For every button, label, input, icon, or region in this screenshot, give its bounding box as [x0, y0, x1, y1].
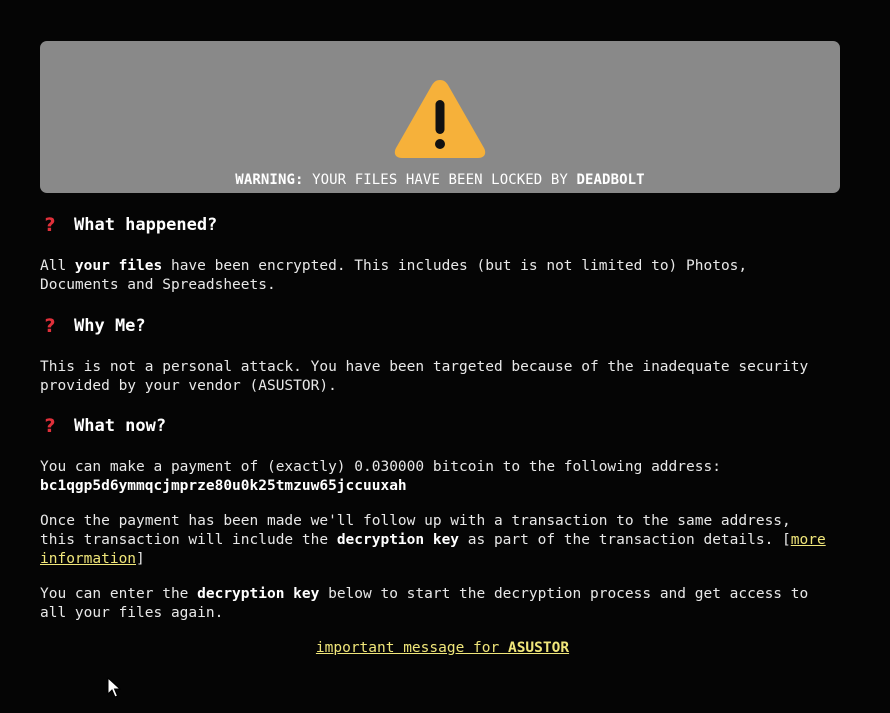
- text: have been encrypted. This includes (but …: [162, 258, 748, 274]
- text: You can enter the: [40, 586, 198, 602]
- heading-what-happened: ? What happened?: [40, 214, 217, 236]
- banner-message: WARNING: YOUR FILES HAVE BEEN LOCKED BY …: [40, 172, 840, 188]
- bitcoin-address[interactable]: bc1qgp5d6ymmqcjmprze80u0k25tmzuw65jccuux…: [40, 478, 407, 494]
- link-brand[interactable]: ASUSTOR: [508, 640, 569, 656]
- ransom-page: WARNING: YOUR FILES HAVE BEEN LOCKED BY …: [0, 0, 890, 713]
- heading-what-now: ? What now?: [40, 415, 166, 437]
- heading-text: What happened?: [74, 215, 218, 235]
- emphasis: decryption key: [336, 532, 460, 548]
- heading-text: What now?: [74, 416, 167, 436]
- text: all your files again.: [40, 605, 224, 621]
- question-mark-icon: ?: [44, 214, 56, 236]
- follow-up-text: Once the payment has been made we'll fol…: [40, 512, 840, 569]
- text: You can make a payment of (exactly) 0.03…: [40, 459, 721, 475]
- emphasis: your files: [74, 258, 163, 274]
- text: This is not a personal attack. You have …: [40, 359, 809, 375]
- heading-text: Why Me?: [74, 316, 146, 336]
- decrypt-instructions: You can enter the decryption key below t…: [40, 585, 840, 623]
- text: this transaction will include the: [40, 532, 337, 548]
- banner-warning-label: WARNING:: [235, 172, 304, 188]
- important-message-link[interactable]: important message for ASUSTOR: [316, 640, 569, 656]
- emphasis: decryption key: [197, 586, 320, 602]
- text: Documents and Spreadsheets.: [40, 277, 276, 293]
- more-information-link[interactable]: more: [791, 532, 826, 548]
- text: below to start the decryption process an…: [319, 586, 809, 602]
- what-happened-text: All your files have been encrypted. This…: [40, 257, 840, 295]
- why-me-text: This is not a personal attack. You have …: [40, 358, 840, 396]
- more-information-link[interactable]: information: [40, 551, 136, 567]
- mouse-pointer-icon: [107, 677, 121, 698]
- warning-triangle-icon: [394, 80, 486, 158]
- question-mark-icon: ?: [44, 415, 56, 437]
- heading-why-me: ? Why Me?: [40, 315, 146, 337]
- footer-link-wrapper: important message for ASUSTOR: [40, 639, 845, 658]
- text: as part of the transaction details. [: [459, 532, 791, 548]
- text: provided by your vendor (ASUSTOR).: [40, 378, 337, 394]
- link-text[interactable]: important message for: [316, 640, 508, 656]
- text: Once the payment has been made we'll fol…: [40, 513, 791, 529]
- question-mark-icon: ?: [44, 315, 56, 337]
- payment-text: You can make a payment of (exactly) 0.03…: [40, 458, 840, 496]
- banner-text: YOUR FILES HAVE BEEN LOCKED BY: [312, 172, 568, 188]
- text: ]: [136, 551, 145, 567]
- banner-brand: DEADBOLT: [576, 172, 645, 188]
- text: All: [40, 258, 75, 274]
